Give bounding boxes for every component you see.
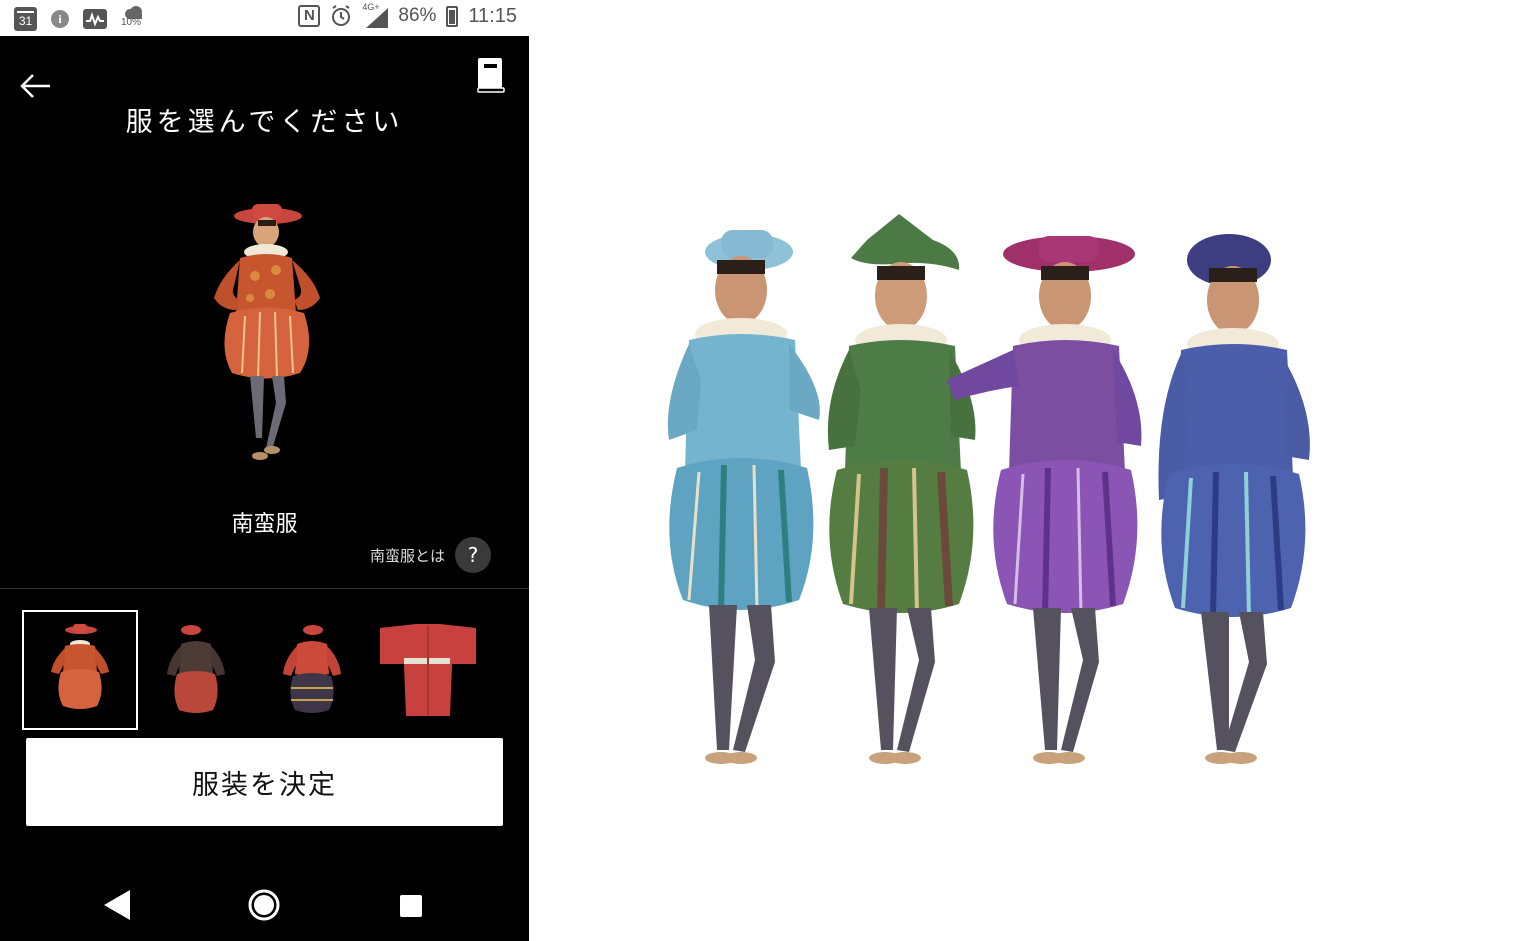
partial-costume-icon [486,620,529,720]
status-left-icons: 31 i 10% [14,5,147,33]
signal-icon: 4G+ [362,2,389,28]
nav-home-icon[interactable] [247,888,281,922]
red-jacket-icon [283,625,341,713]
activity-icon [83,9,107,29]
status-right-icons: N 4G+ 86% 11:15 [298,2,517,28]
status-bar: 31 i 10% N 4G+ 86% 11:15 [0,0,529,36]
alarm-icon [332,5,351,26]
page-title: 服を選んでください [125,107,404,138]
figure-blue [667,230,820,764]
info-icon: i [51,10,69,28]
red-doublet-icon [51,624,109,709]
nav-back-icon[interactable] [104,890,130,920]
decide-costume-button[interactable]: 服装を決定 [26,738,503,826]
red-kimono-icon [380,624,476,716]
calendar-icon: 31 [14,7,37,31]
figure-green [827,214,976,764]
help-text: 南蛮服とは [370,546,446,565]
nfc-icon: N [298,5,321,27]
four-figures-illustration [667,214,1310,764]
figure-navy [1158,234,1310,764]
costume-preview-figure [214,204,320,460]
divider [0,588,529,589]
book-icon[interactable] [476,56,506,94]
costume-thumb-red-kimono[interactable] [370,610,486,730]
help-icon[interactable]: ? [455,537,492,573]
navigation-bar [0,870,529,941]
battery-percent: 86% [398,5,437,26]
costume-thumb-partial[interactable] [486,610,529,730]
weather-percent: 10% [121,17,142,28]
dark-doublet-icon [167,625,225,713]
nav-recent-icon[interactable] [400,895,422,917]
costume-thumb-red-doublet[interactable] [22,610,138,730]
weather-icon: 10% [121,5,147,33]
costume-thumb-red-jacket[interactable] [254,610,370,730]
costume-name: 南蛮服 [231,512,298,537]
figure-purple [947,236,1142,764]
back-arrow-icon[interactable] [18,68,54,104]
costume-thumbnail-list[interactable] [22,610,529,732]
costume-help-link[interactable]: 南蛮服とは ? [370,537,492,573]
phone-screen: 31 i 10% N 4G+ 86% 11:15 服を選んでください 南蛮服 南… [0,0,529,941]
costume-thumb-dark-doublet[interactable] [138,610,254,730]
clock: 11:15 [468,4,517,27]
costume-illustration [529,0,1515,941]
battery-icon [446,5,459,27]
